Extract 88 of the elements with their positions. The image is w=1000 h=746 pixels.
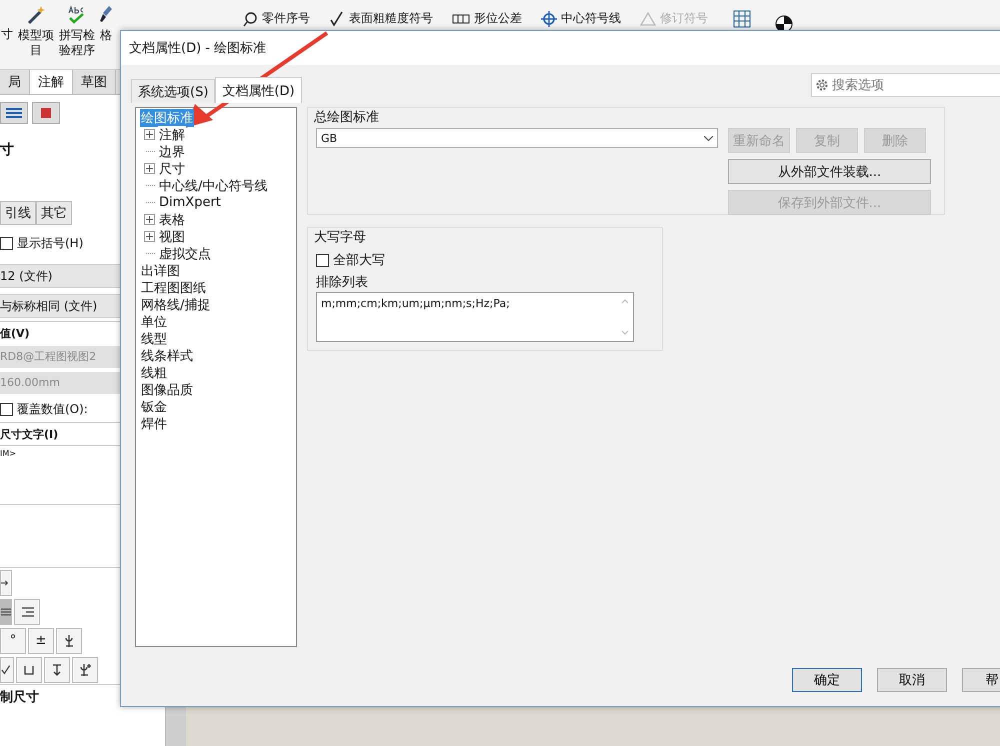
tree-item[interactable]: 单位 (140, 312, 168, 330)
check-mark-icon (329, 10, 345, 26)
section-label: 尺寸文字(I) (0, 426, 58, 442)
load-button[interactable]: 从外部文件装载... (728, 159, 931, 184)
dropdown-field[interactable]: GB (316, 128, 718, 148)
checkbox[interactable] (0, 236, 13, 250)
search-field[interactable]: 搜索选项 (811, 73, 1000, 97)
panel-sub-tab[interactable]: 引线 (0, 201, 36, 225)
section-label: 值(V) (0, 326, 30, 340)
tree-connector (146, 253, 155, 254)
tree-item[interactable]: 网格线/捕捉 (140, 296, 212, 314)
panel-tab[interactable]: 草图 (73, 70, 116, 94)
tag-icon[interactable] (32, 102, 60, 124)
section-label: 制尺寸 (0, 689, 39, 706)
tree-connector (146, 151, 155, 152)
symbol-button[interactable]: ± (28, 628, 54, 654)
depth-icon (50, 662, 64, 676)
tool-button[interactable] (0, 570, 12, 596)
tree-item[interactable]: 线条样式 (140, 346, 194, 364)
ribbon-button[interactable]: 中心符号线 (561, 10, 621, 27)
tolerance-frame-icon (452, 12, 470, 24)
dialog-tab[interactable]: 系统选项(S) (131, 79, 216, 103)
panel-sub-tab[interactable]: 其它 (36, 201, 72, 225)
ribbon-button[interactable]: 表面粗糙度符号 (349, 10, 433, 27)
settings-icon (815, 78, 829, 92)
align-button[interactable] (0, 598, 12, 624)
dialog-button[interactable]: 帮 (962, 668, 1000, 692)
tree-item[interactable]: 尺寸 (158, 160, 186, 178)
group-title: 大写字母 (314, 230, 366, 245)
tree-item[interactable]: 图像品质 (140, 380, 194, 398)
ribbon-button[interactable]: 零件序号 (262, 10, 310, 27)
dialog-button[interactable]: 取消 (877, 668, 947, 692)
group-title: 总绘图标准 (314, 110, 379, 125)
tree-item[interactable]: 焊件 (140, 414, 168, 432)
panel-tab[interactable]: 注解 (30, 70, 73, 94)
ribbon-button[interactable]: 形位公差 (474, 10, 522, 27)
tree-item[interactable]: 虚拟交点 (158, 244, 212, 262)
align-button[interactable] (14, 598, 40, 624)
crosshair-icon (541, 10, 557, 26)
exclude-list-field[interactable]: m;mm;cm;km;um;µm;nm;s;Hz;Pa; (316, 292, 634, 342)
warning-icon (640, 10, 656, 26)
symbol-button[interactable] (72, 656, 98, 682)
field-label: 排除列表 (316, 274, 368, 291)
check-mark-icon (1, 662, 13, 676)
tree-connector (146, 185, 155, 186)
symbol-button[interactable] (44, 656, 70, 682)
checkbox-label: 显示括号(H) (17, 234, 84, 252)
tree-item[interactable]: 线粗 (140, 364, 168, 382)
list-icon[interactable] (0, 102, 28, 124)
panel-tab[interactable]: 局 (0, 70, 30, 94)
balloon-icon (242, 10, 258, 26)
tree-item[interactable]: 工程图图纸 (140, 278, 207, 296)
symbol-button[interactable] (56, 628, 82, 654)
window-title: 文档属性(D) - 绘图标准 (129, 40, 266, 57)
expand-icon[interactable] (144, 231, 155, 242)
expand-icon[interactable] (144, 214, 155, 225)
panel-title: 寸 (0, 141, 14, 159)
tree-item[interactable]: 线型 (140, 330, 168, 348)
table-icon (733, 10, 751, 28)
checkbox[interactable] (316, 254, 329, 266)
symbol-button[interactable] (16, 656, 42, 682)
dialog-button[interactable]: 确定 (792, 668, 862, 692)
scrollbar-icon (621, 297, 629, 337)
tree-item[interactable]: 中心线/中心符号线 (158, 176, 268, 194)
tree-item[interactable]: DimXpert (158, 195, 222, 210)
expand-icon[interactable] (144, 163, 155, 174)
centerline-icon (78, 662, 92, 676)
checkbox[interactable] (0, 402, 13, 416)
tree-item[interactable]: 出详图 (140, 262, 181, 280)
ribbon-button[interactable]: 格 (100, 4, 112, 43)
tree-item[interactable]: 钣金 (140, 398, 168, 416)
symbol-button[interactable] (0, 656, 14, 682)
tree-connector (146, 202, 155, 203)
tree-item[interactable]: 表格 (158, 210, 186, 228)
checkbox-label: 覆盖数值(O): (17, 400, 88, 418)
symbol-button[interactable]: ° (0, 628, 26, 654)
tree-item[interactable]: 注解 (158, 126, 186, 144)
dialog-tab[interactable]: 文档属性(D) (215, 77, 302, 103)
ribbon-button[interactable]: 拼写检验程序 (59, 4, 95, 58)
ribbon-button[interactable]: 模型项目 (18, 4, 54, 58)
expand-icon[interactable] (144, 129, 155, 140)
ribbon-label: 寸 (1, 26, 13, 43)
align-icon (20, 604, 34, 618)
wand-icon (25, 4, 47, 26)
tree-item[interactable]: 边界 (158, 142, 186, 160)
checkbox-label: 全部大写 (333, 252, 385, 269)
tree-item[interactable]: 视图 (158, 228, 186, 246)
caret-icon (704, 136, 713, 140)
